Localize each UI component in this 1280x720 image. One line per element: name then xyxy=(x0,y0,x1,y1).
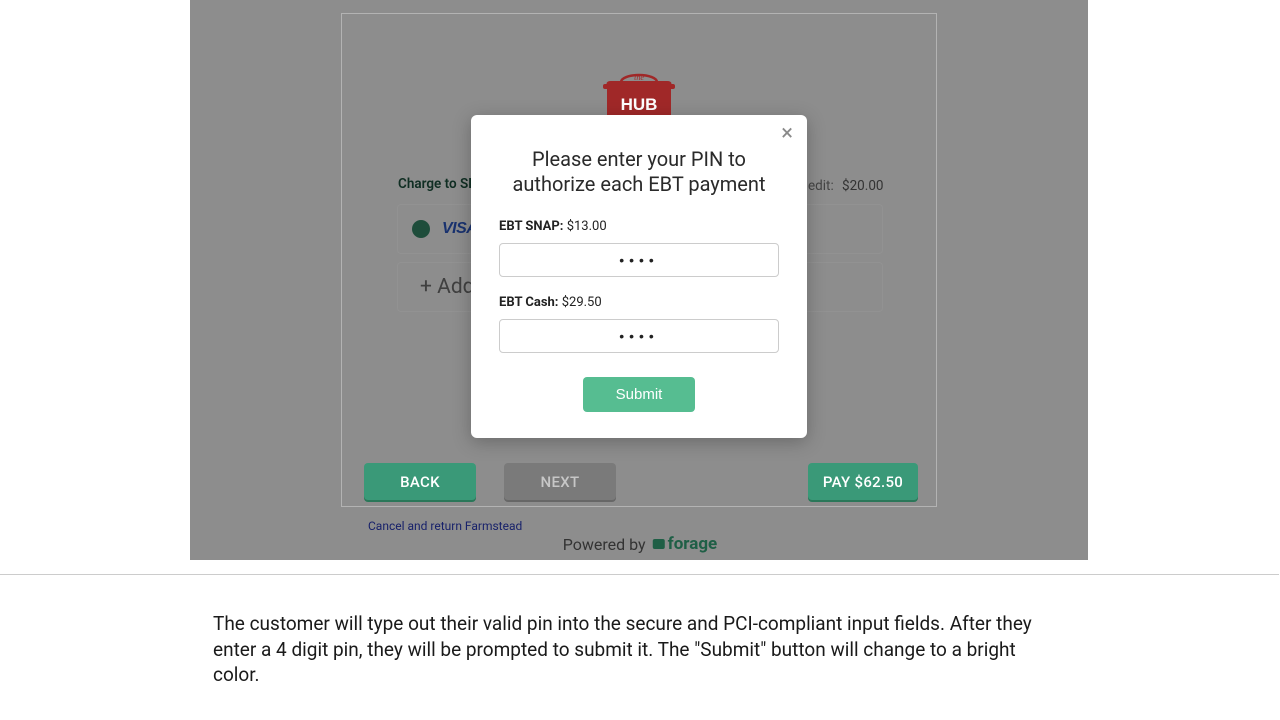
snap-label: EBT SNAP: $13.00 xyxy=(499,219,779,234)
screenshot-stage: the HUB ON THE HILL Charge to SN edit: $… xyxy=(0,0,1280,575)
snap-pin-input[interactable] xyxy=(499,243,779,277)
modal-title: Please enter your PIN to authorize each … xyxy=(499,147,779,197)
explanatory-caption: The customer will type out their valid p… xyxy=(213,611,1063,688)
close-icon[interactable]: × xyxy=(781,123,793,145)
submit-button[interactable]: Submit xyxy=(583,377,695,412)
section-divider xyxy=(0,574,1279,575)
cash-label: EBT Cash: $29.50 xyxy=(499,295,779,310)
cash-pin-input[interactable] xyxy=(499,319,779,353)
pin-modal: × Please enter your PIN to authorize eac… xyxy=(471,115,807,438)
